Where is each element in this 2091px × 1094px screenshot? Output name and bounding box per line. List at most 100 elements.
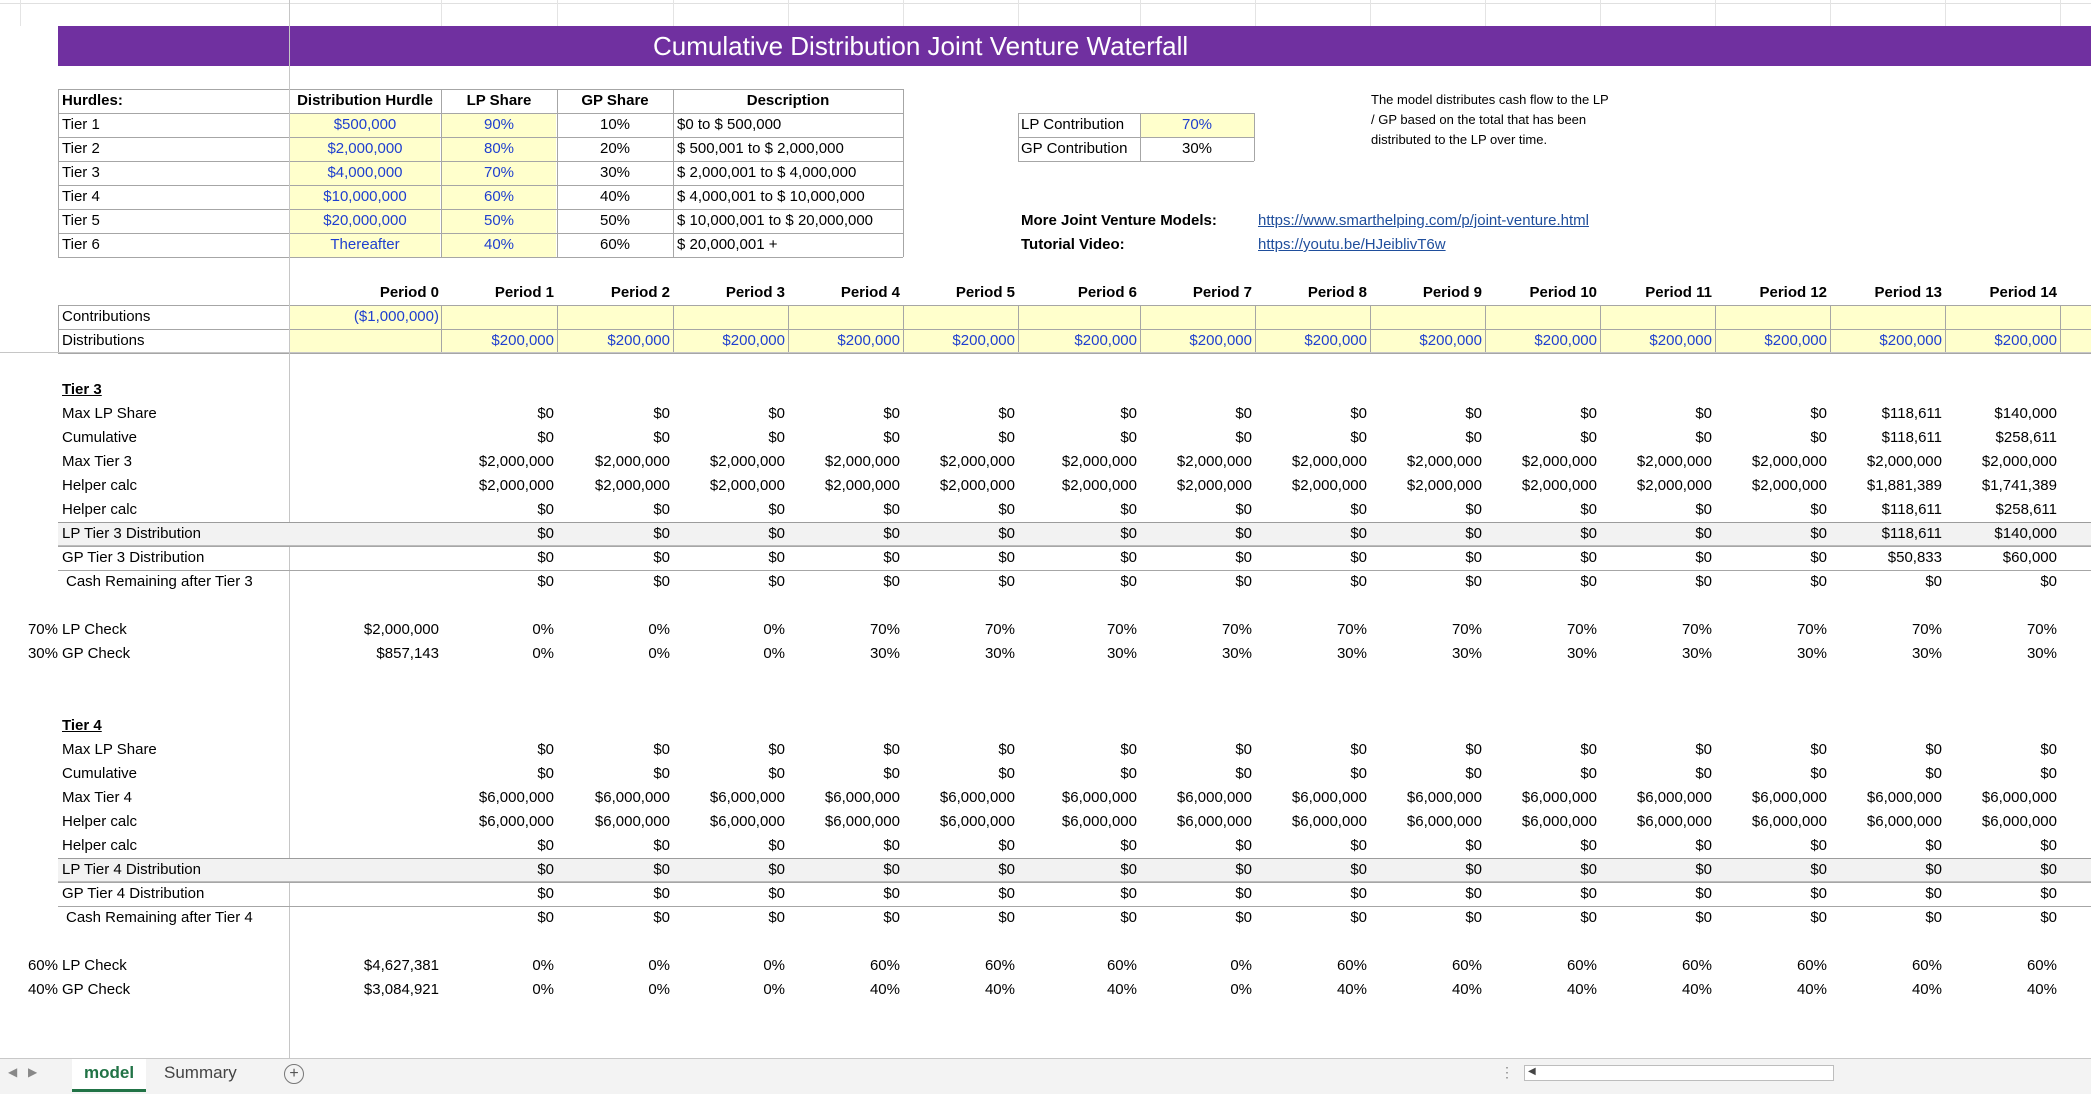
gp-share-value[interactable]: 40% bbox=[557, 185, 673, 209]
lp-share-input[interactable]: 60% bbox=[441, 185, 557, 209]
check-cell[interactable]: 40% bbox=[1612, 978, 1712, 1002]
tier-cell[interactable]: $0 bbox=[1370, 402, 1482, 426]
tier-cell[interactable]: $0 bbox=[1715, 402, 1827, 426]
tier-row-label[interactable]: Cumulative bbox=[62, 762, 287, 786]
tier-cell[interactable]: $0 bbox=[1485, 426, 1597, 450]
tier-cell[interactable]: $140,000 bbox=[1945, 522, 2057, 546]
tier-row-label[interactable]: Cash Remaining after Tier 4 bbox=[66, 906, 291, 930]
tier-cell[interactable]: $0 bbox=[1600, 834, 1712, 858]
tier-cell[interactable]: $0 bbox=[673, 498, 785, 522]
lp-contribution-input[interactable]: 70% bbox=[1140, 113, 1254, 137]
check-cell[interactable]: 70% bbox=[800, 618, 900, 642]
tier-row-label[interactable]: Helper calc bbox=[62, 810, 287, 834]
tier-cell[interactable]: $2,000,000 bbox=[788, 450, 900, 474]
check-cell[interactable]: 70% bbox=[915, 618, 1015, 642]
distribution-input[interactable]: $200,000 bbox=[1027, 329, 1137, 353]
tier-cell[interactable]: $118,611 bbox=[1830, 498, 1942, 522]
check-cell[interactable]: 40% bbox=[1267, 978, 1367, 1002]
tier-cell[interactable]: $6,000,000 bbox=[1830, 786, 1942, 810]
tier-row-label[interactable]: GP Tier 3 Distribution bbox=[62, 546, 287, 570]
check-cell[interactable]: 30% bbox=[1152, 642, 1252, 666]
tier-cell[interactable]: $0 bbox=[673, 546, 785, 570]
tier-cell[interactable]: $0 bbox=[1370, 426, 1482, 450]
tier-cell[interactable]: $0 bbox=[1715, 858, 1827, 882]
check-cell[interactable]: 0% bbox=[454, 618, 554, 642]
tier-cell[interactable]: $6,000,000 bbox=[442, 786, 554, 810]
period-header[interactable]: Period 11 bbox=[1602, 281, 1712, 305]
tier-cell[interactable]: $0 bbox=[1025, 498, 1137, 522]
tier-cell[interactable]: $0 bbox=[788, 762, 900, 786]
period-header[interactable]: Period 12 bbox=[1717, 281, 1827, 305]
check-cell[interactable]: 30% bbox=[1497, 642, 1597, 666]
tier-cell[interactable]: $0 bbox=[442, 834, 554, 858]
tier-cell[interactable]: $6,000,000 bbox=[903, 810, 1015, 834]
hurdle-tier-label[interactable]: Tier 4 bbox=[62, 185, 282, 209]
tier-cell[interactable]: $0 bbox=[442, 858, 554, 882]
tier-cell[interactable]: $0 bbox=[788, 834, 900, 858]
tier-cell[interactable]: $6,000,000 bbox=[1715, 810, 1827, 834]
tier-cell[interactable]: $0 bbox=[673, 762, 785, 786]
tier-cell[interactable]: $0 bbox=[903, 762, 1015, 786]
tier-cell[interactable]: $0 bbox=[1140, 522, 1252, 546]
tier-cell[interactable]: $0 bbox=[903, 426, 1015, 450]
tier-cell[interactable]: $0 bbox=[673, 402, 785, 426]
tier-cell[interactable]: $6,000,000 bbox=[1370, 786, 1482, 810]
check-cell[interactable]: 70% bbox=[1727, 618, 1827, 642]
tier-cell[interactable]: $0 bbox=[1945, 570, 2057, 594]
sheet-title-banner[interactable]: Cumulative Distribution Joint Venture Wa… bbox=[58, 26, 2091, 66]
tier-cell[interactable]: $2,000,000 bbox=[558, 474, 670, 498]
tier-cell[interactable]: $2,000,000 bbox=[1485, 474, 1597, 498]
tier-cell[interactable]: $0 bbox=[1485, 570, 1597, 594]
tier-cell[interactable]: $0 bbox=[1945, 882, 2057, 906]
tier-cell[interactable]: $0 bbox=[788, 882, 900, 906]
tier-cell[interactable]: $0 bbox=[1830, 858, 1942, 882]
check-label[interactable]: LP Check bbox=[62, 954, 262, 978]
tier-cell[interactable]: $0 bbox=[1255, 570, 1367, 594]
check-cell[interactable]: 70% bbox=[1497, 618, 1597, 642]
check-cell[interactable]: 0% bbox=[570, 618, 670, 642]
distribution-input[interactable]: $200,000 bbox=[1487, 329, 1597, 353]
tier-cell[interactable]: $0 bbox=[788, 570, 900, 594]
check-percent[interactable]: 70% bbox=[18, 618, 58, 642]
tier-row-label[interactable]: Cash Remaining after Tier 3 bbox=[66, 570, 291, 594]
tier-cell[interactable]: $6,000,000 bbox=[1945, 810, 2057, 834]
tier-cell[interactable]: $0 bbox=[442, 498, 554, 522]
tier-cell[interactable]: $6,000,000 bbox=[1485, 810, 1597, 834]
tier-cell[interactable]: $0 bbox=[1370, 498, 1482, 522]
tier-cell[interactable]: $2,000,000 bbox=[558, 450, 670, 474]
check-cell[interactable]: 60% bbox=[915, 954, 1015, 978]
distribution-hurdle-input[interactable]: $500,000 bbox=[289, 113, 441, 137]
tier-cell[interactable]: $0 bbox=[558, 546, 670, 570]
hurdle-tier-label[interactable]: Tier 6 bbox=[62, 233, 282, 257]
scroll-tabs-right-icon[interactable]: ▶ bbox=[28, 1065, 37, 1079]
check-cell[interactable]: 60% bbox=[1037, 954, 1137, 978]
check-percent[interactable]: 60% bbox=[18, 954, 58, 978]
tier-cell[interactable]: $0 bbox=[673, 522, 785, 546]
tier-cell[interactable]: $0 bbox=[558, 402, 670, 426]
distribution-hurdle-input[interactable]: Thereafter bbox=[289, 233, 441, 257]
check-cell[interactable]: 40% bbox=[1957, 978, 2057, 1002]
hurdles-header[interactable]: GP Share bbox=[557, 89, 673, 113]
tier-cell[interactable]: $6,000,000 bbox=[442, 810, 554, 834]
tier-cell[interactable]: $6,000,000 bbox=[1370, 810, 1482, 834]
gp-contribution-value[interactable]: 30% bbox=[1140, 137, 1254, 161]
tier-cell[interactable]: $0 bbox=[1140, 402, 1252, 426]
gp-share-value[interactable]: 50% bbox=[557, 209, 673, 233]
period-header[interactable]: Period 2 bbox=[560, 281, 670, 305]
tier-cell[interactable]: $2,000,000 bbox=[442, 450, 554, 474]
tier-cell[interactable]: $0 bbox=[1255, 906, 1367, 930]
tier-cell[interactable]: $0 bbox=[1255, 762, 1367, 786]
check-cell[interactable]: 70% bbox=[1957, 618, 2057, 642]
tier-cell[interactable]: $0 bbox=[1600, 498, 1712, 522]
check-cell[interactable]: 70% bbox=[1382, 618, 1482, 642]
tier-cell[interactable]: $0 bbox=[673, 906, 785, 930]
check-cell[interactable]: 0% bbox=[454, 978, 554, 1002]
distribution-hurdle-input[interactable]: $4,000,000 bbox=[289, 161, 441, 185]
check-cell[interactable]: 70% bbox=[1842, 618, 1942, 642]
tier-cell[interactable]: $0 bbox=[1830, 882, 1942, 906]
tier-cell[interactable]: $0 bbox=[903, 546, 1015, 570]
tier-cell[interactable]: $0 bbox=[1485, 402, 1597, 426]
tier-cell[interactable]: $0 bbox=[1370, 906, 1482, 930]
check-cell[interactable]: 0% bbox=[1152, 954, 1252, 978]
tier-cell[interactable]: $0 bbox=[1255, 858, 1367, 882]
